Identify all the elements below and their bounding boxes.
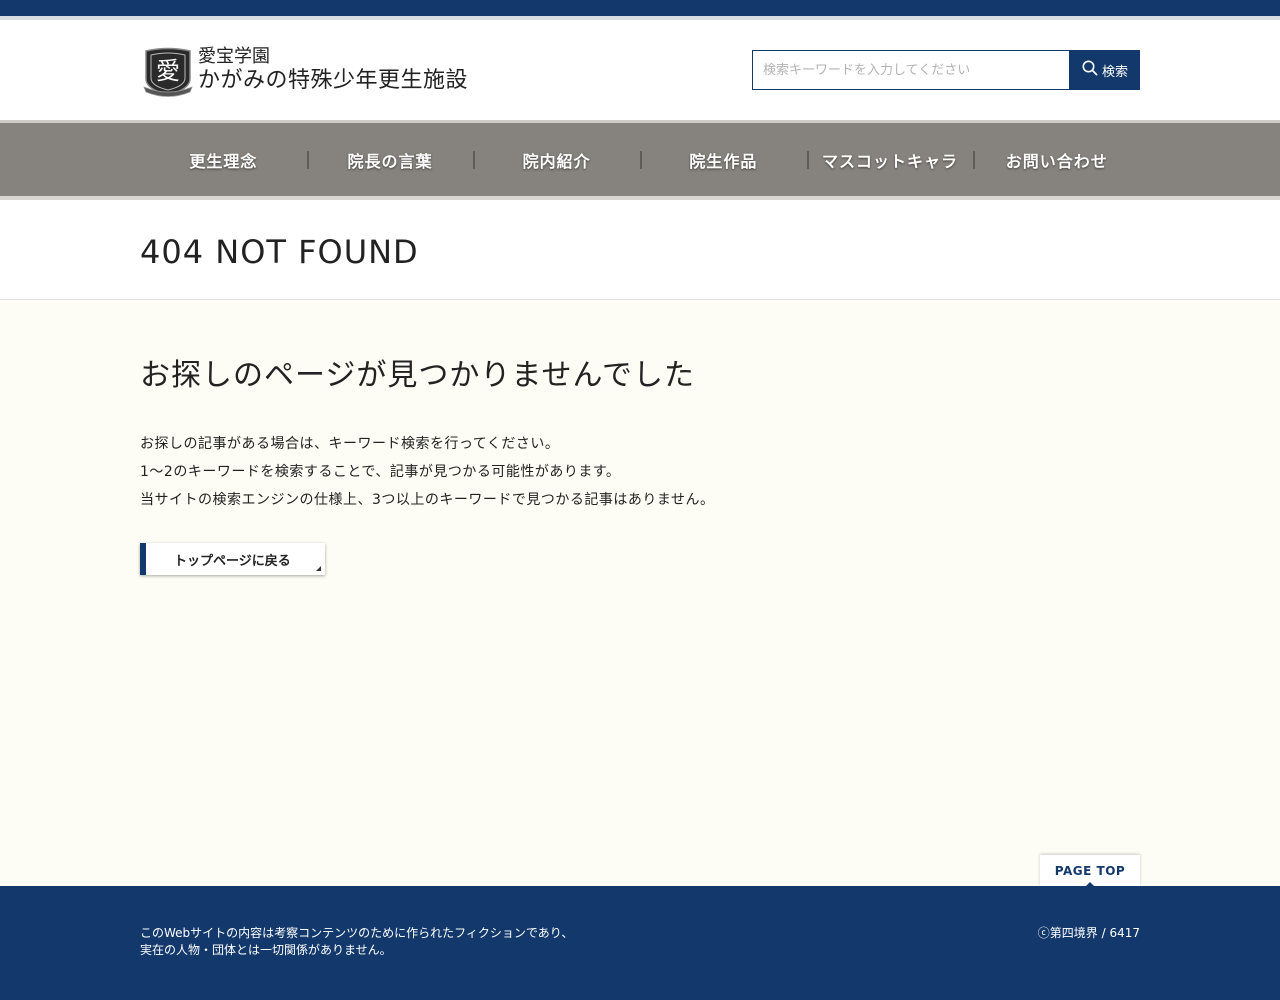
search-form: 検索 [752, 50, 1140, 90]
corner-arrow-icon [316, 566, 321, 571]
nav-item-philosophy[interactable]: 更生理念 [140, 123, 307, 196]
message-line: 当サイトの検索エンジンの仕様上、3つ以上のキーワードで見つかる記事はありません。 [140, 492, 715, 508]
logo-emblem-icon: 愛 [142, 45, 194, 97]
search-input[interactable] [752, 50, 1070, 90]
top-accent-bar [0, 0, 1280, 16]
page-title: 404 NOT FOUND [140, 233, 419, 271]
page-top-button[interactable]: PAGE TOP [1040, 855, 1140, 886]
nav-item-student-works[interactable]: 院生作品 [640, 123, 807, 196]
main-content: お探しのページが見つかりませんでした お探しの記事がある場合は、キーワード検索を… [140, 354, 1140, 575]
logo-title: かがみの特殊少年更生施設 [198, 68, 469, 93]
search-button[interactable]: 検索 [1070, 50, 1140, 90]
back-button-label: トップページに戻る [174, 553, 291, 569]
footer-disclaimer-line: このWebサイトの内容は考察コンテンツのために作られたフィクションであり、 [140, 926, 574, 940]
footer-disclaimer-line: 実在の人物・団体とは一切関係がありません。 [140, 943, 392, 957]
nav-item-director-message[interactable]: 院長の言葉 [306, 123, 474, 196]
page-top-label: PAGE TOP [1054, 863, 1126, 878]
footer-disclaimer: このWebサイトの内容は考察コンテンツのために作られたフィクションであり、 実在… [140, 925, 573, 959]
page-title-band: 404 NOT FOUND [0, 200, 1280, 300]
not-found-heading: お探しのページが見つかりませんでした [140, 358, 695, 393]
nav-item-mascot[interactable]: マスコットキャラ [806, 123, 974, 196]
logo-emblem-char: 愛 [156, 57, 180, 85]
global-nav: 更生理念 院長の言葉 院内紹介 院生作品 マスコットキャラ お問い合わせ [0, 123, 1280, 196]
message-line: お探しの記事がある場合は、キーワード検索を行ってください。 [140, 436, 560, 452]
site-logo[interactable]: 愛 愛宝学園 かがみの特殊少年更生施設 [142, 45, 468, 97]
search-button-label: 検索 [1101, 64, 1128, 80]
not-found-message: お探しの記事がある場合は、キーワード検索を行ってください。 1〜2のキーワードを… [140, 430, 1140, 514]
message-line: 1〜2のキーワードを検索することで、記事が見つかる可能性があります。 [140, 464, 621, 480]
back-to-top-page-button[interactable]: トップページに戻る [140, 543, 325, 575]
footer-copyright: ⓒ第四境界 / 6417 [1037, 926, 1140, 940]
nav-item-facility-tour[interactable]: 院内紹介 [473, 123, 640, 196]
logo-subtitle: 愛宝学園 [198, 46, 270, 67]
search-icon [1082, 60, 1098, 80]
site-header: 愛 愛宝学園 かがみの特殊少年更生施設 検索 [0, 20, 1280, 120]
nav-item-contact[interactable]: お問い合わせ [973, 123, 1140, 196]
site-footer: このWebサイトの内容は考察コンテンツのために作られたフィクションであり、 実在… [0, 886, 1280, 1000]
